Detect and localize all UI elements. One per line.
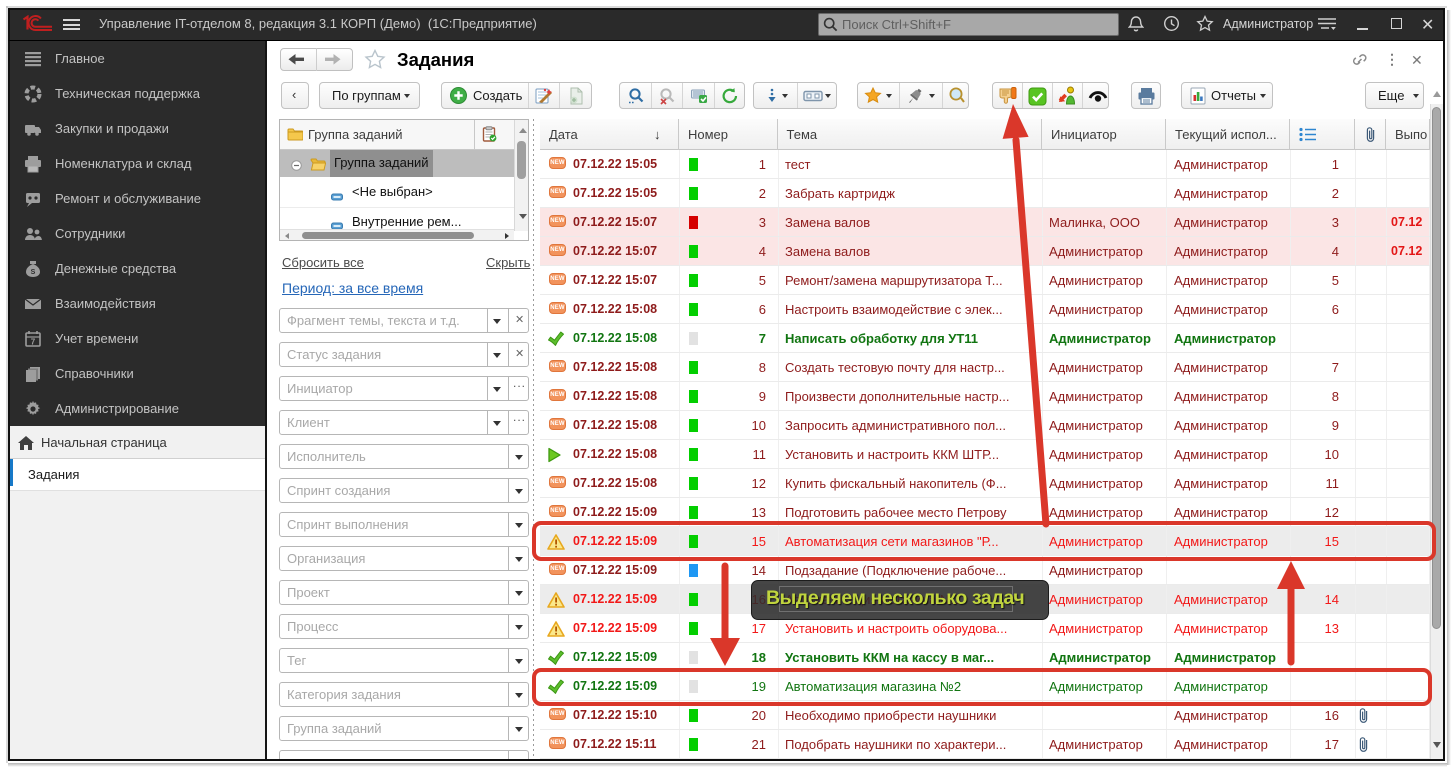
svg-text:S: S [31, 269, 36, 276]
svg-text:7: 7 [31, 338, 36, 347]
